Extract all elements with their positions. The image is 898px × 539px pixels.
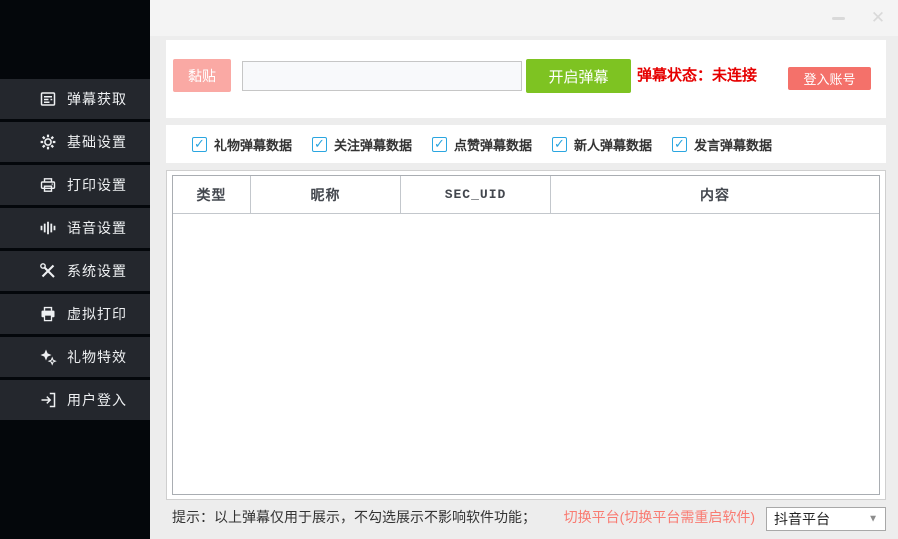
status-value: 未连接 [712, 67, 757, 84]
sidebar-item-danmaku-fetch[interactable]: 弹幕获取 [0, 79, 150, 119]
filter-label: 新人弹幕数据 [574, 135, 652, 154]
sidebar-item-print-settings[interactable]: 打印设置 [0, 165, 150, 205]
check-icon: ✓ [674, 137, 685, 150]
danmaku-table: 类型 昵称 SEC_UID 内容 [172, 175, 880, 495]
sidebar-item-virtual-print[interactable]: 虚拟打印 [0, 294, 150, 334]
check-icon: ✓ [434, 137, 445, 150]
close-icon: ✕ [866, 6, 890, 30]
room-url-input[interactable] [242, 61, 522, 91]
danmaku-status: 弹幕状态：未连接 [637, 59, 757, 93]
footer-tip: 提示：以上弹幕仅用于展示，不勾选展示不影响软件功能； [172, 502, 536, 532]
login-arrow-icon [38, 390, 58, 410]
table-body[interactable] [173, 215, 879, 494]
danmaku-table-container: 类型 昵称 SEC_UID 内容 [166, 170, 886, 500]
sidebar-item-label: 礼物特效 [67, 347, 127, 367]
checkbox-checked-icon[interactable]: ✓ [432, 137, 447, 152]
platform-dropdown[interactable]: 抖音平台 ▼ [766, 507, 886, 531]
filter-follow-danmaku[interactable]: ✓ 关注弹幕数据 [312, 135, 416, 154]
column-header-secuid: SEC_UID [401, 176, 551, 213]
start-danmaku-button[interactable]: 开启弹幕 [526, 59, 631, 93]
sidebar-item-basic-settings[interactable]: 基础设置 [0, 122, 150, 162]
minimize-icon [832, 17, 845, 20]
tools-icon [38, 261, 58, 281]
sidebar-item-label: 虚拟打印 [67, 304, 127, 324]
sidebar-item-label: 基础设置 [67, 132, 127, 152]
chevron-down-icon: ▼ [868, 514, 878, 525]
filter-label: 关注弹幕数据 [334, 135, 412, 154]
checkbox-checked-icon[interactable]: ✓ [312, 137, 327, 152]
sidebar-item-label: 打印设置 [67, 175, 127, 195]
filter-chat-danmaku[interactable]: ✓ 发言弹幕数据 [672, 135, 776, 154]
check-icon: ✓ [314, 137, 325, 150]
sparkle-star-icon [38, 347, 58, 367]
column-header-content: 内容 [551, 176, 879, 213]
filter-label: 点赞弹幕数据 [454, 135, 532, 154]
paste-button[interactable]: 黏贴 [173, 59, 231, 92]
printer-icon [38, 175, 58, 195]
column-header-nickname: 昵称 [251, 176, 401, 213]
checkbox-checked-icon[interactable]: ✓ [672, 137, 687, 152]
checkbox-checked-icon[interactable]: ✓ [192, 137, 207, 152]
platform-dropdown-value: 抖音平台 [774, 509, 830, 529]
table-header-row: 类型 昵称 SEC_UID 内容 [173, 176, 879, 214]
filter-panel: ✓ 礼物弹幕数据 ✓ 关注弹幕数据 ✓ 点赞弹幕数据 ✓ 新人弹幕数据 ✓ 发言… [166, 125, 886, 163]
sidebar-item-label: 弹幕获取 [67, 89, 127, 109]
titlebar: ✕ [150, 0, 898, 36]
filter-newuser-danmaku[interactable]: ✓ 新人弹幕数据 [552, 135, 656, 154]
sidebar-item-system-settings[interactable]: 系统设置 [0, 251, 150, 291]
sidebar-item-label: 用户登入 [67, 390, 127, 410]
voice-bars-icon [38, 218, 58, 238]
login-account-button[interactable]: 登入账号 [788, 67, 871, 90]
filter-label: 礼物弹幕数据 [214, 135, 292, 154]
sidebar-menu: 弹幕获取 基础设置 [0, 79, 150, 423]
status-label: 弹幕状态： [637, 67, 712, 84]
close-button[interactable]: ✕ [866, 6, 890, 30]
filter-gift-danmaku[interactable]: ✓ 礼物弹幕数据 [192, 135, 296, 154]
sidebar-item-label: 语音设置 [67, 218, 127, 238]
sidebar-item-gift-effects[interactable]: 礼物特效 [0, 337, 150, 377]
minimize-button[interactable] [826, 6, 850, 30]
check-icon: ✓ [554, 137, 565, 150]
app-window: 弹幕获取 基础设置 [0, 0, 898, 539]
filter-label: 发言弹幕数据 [694, 135, 772, 154]
danmaku-list-icon [38, 89, 58, 109]
column-header-type: 类型 [173, 176, 251, 213]
filter-like-danmaku[interactable]: ✓ 点赞弹幕数据 [432, 135, 536, 154]
sidebar-item-label: 系统设置 [67, 261, 127, 281]
sidebar: 弹幕获取 基础设置 [0, 0, 150, 539]
checkbox-checked-icon[interactable]: ✓ [552, 137, 567, 152]
printer-filled-icon [38, 304, 58, 324]
window-controls: ✕ [826, 0, 890, 36]
gear-icon [38, 132, 58, 152]
sidebar-item-voice-settings[interactable]: 语音设置 [0, 208, 150, 248]
check-icon: ✓ [194, 137, 205, 150]
sidebar-item-user-login[interactable]: 用户登入 [0, 380, 150, 420]
connection-panel: 黏贴 开启弹幕 弹幕状态：未连接 登入账号 [166, 40, 886, 118]
switch-platform-link[interactable]: 切换平台(切换平台需重启软件) [564, 502, 755, 532]
